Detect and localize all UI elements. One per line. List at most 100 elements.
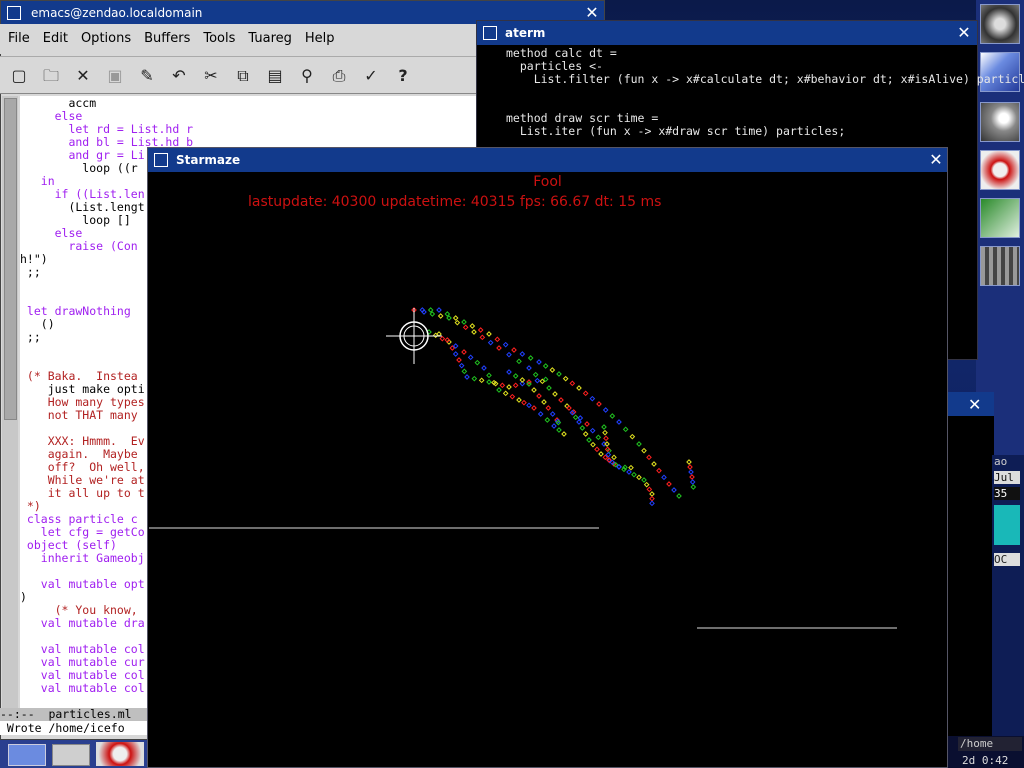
particle-dot <box>527 355 534 361</box>
particle-dot <box>506 369 512 375</box>
particle-dot <box>544 417 551 423</box>
side-text-2: Jul <box>994 471 1020 484</box>
particle-dot <box>590 441 596 448</box>
particle-dot <box>478 377 485 384</box>
menu-tuareg[interactable]: Tuareg <box>240 24 296 54</box>
window-menu-icon[interactable] <box>154 153 168 167</box>
code-line: not THAT many <box>20 408 138 422</box>
particle-dot <box>496 345 502 351</box>
particle-dot <box>534 377 541 384</box>
particle-dot <box>688 469 694 475</box>
particle-dot <box>486 372 492 379</box>
opera-icon[interactable] <box>96 742 144 766</box>
particle-trails <box>411 307 697 507</box>
menu-help[interactable]: Help <box>297 24 340 54</box>
particle-dot <box>622 464 628 471</box>
game-canvas[interactable]: Fool lastupdate: 40300 updatetime: 40315… <box>149 172 946 768</box>
close-icon[interactable]: ✕ <box>927 151 945 169</box>
particle-dot <box>477 327 484 333</box>
scrollbar-thumb[interactable] <box>4 98 17 420</box>
save-disk-icon[interactable]: ▣ <box>104 65 126 87</box>
particle-dot <box>456 357 462 363</box>
particle-dot <box>572 414 579 421</box>
menu-edit[interactable]: Edit <box>35 24 73 54</box>
emacs-scrollbar[interactable] <box>2 96 18 710</box>
search-icon[interactable]: ⚲ <box>296 65 318 87</box>
particle-dot <box>602 429 608 436</box>
menu-file[interactable]: File <box>0 24 35 54</box>
emacs-toolbar: ▢ 🗀 ✕ ▣ ✎ ↶ ✂ ⧉ ▤ ⚲ ⎙ ✓ ? <box>0 56 476 94</box>
mixer-icon[interactable] <box>980 246 1020 286</box>
paste-icon[interactable]: ▤ <box>264 65 286 87</box>
close-icon[interactable]: ✕ <box>968 395 981 414</box>
cut-icon[interactable]: ✂ <box>200 65 222 87</box>
particle-dot <box>437 313 444 319</box>
particle-dot <box>506 384 512 390</box>
particle-dot <box>649 495 655 502</box>
clock-text: 2d 0:42 <box>962 754 1009 767</box>
save-as-icon[interactable]: ✎ <box>136 65 158 87</box>
new-file-icon[interactable]: ▢ <box>8 65 30 87</box>
copy-icon[interactable]: ⧉ <box>232 65 254 87</box>
close-icon[interactable]: ✕ <box>72 65 94 87</box>
emacs-menubar: File Edit Options Buffers Tools Tuareg Help <box>0 24 476 54</box>
particle-dot <box>471 375 478 382</box>
particle-dot <box>545 405 552 411</box>
open-folder-icon[interactable]: 🗀 <box>40 65 62 87</box>
code-line: inherit Gameobj <box>20 551 145 565</box>
vim-icon[interactable] <box>980 198 1020 238</box>
help-icon[interactable]: ? <box>392 65 414 87</box>
particle-dot <box>598 451 604 457</box>
window-icon[interactable] <box>52 744 90 766</box>
particle-dot <box>656 467 662 474</box>
particle-dot <box>467 354 474 361</box>
preferences-icon[interactable]: ✓ <box>360 65 382 87</box>
gnome-foot-icon[interactable] <box>980 4 1020 44</box>
particle-dot <box>586 437 592 443</box>
particle-dot <box>558 397 564 403</box>
particle-dot <box>676 493 682 499</box>
particle-dot <box>531 387 537 393</box>
particle-dot <box>566 405 572 411</box>
particle-dot <box>511 347 517 353</box>
particle-dot <box>690 484 697 490</box>
particle-dot <box>611 454 617 461</box>
particle-dot <box>519 351 526 357</box>
side-text-3: 35 <box>994 487 1020 500</box>
particle-dot <box>671 487 677 493</box>
player-ship <box>386 308 442 364</box>
background-window: ✕ <box>946 392 994 768</box>
print-icon[interactable]: ⎙ <box>328 65 350 87</box>
window-menu-icon[interactable] <box>483 26 497 40</box>
particle-dot <box>646 486 653 493</box>
particle-dot <box>582 390 589 397</box>
aterm-titlebar[interactable]: aterm <box>477 21 977 45</box>
menu-buffers[interactable]: Buffers <box>136 24 195 54</box>
particle-dot <box>551 423 557 429</box>
window-menu-icon[interactable] <box>7 6 21 20</box>
particle-dot <box>462 324 469 331</box>
undo-icon[interactable]: ↶ <box>168 65 190 87</box>
particle-dot <box>641 477 647 483</box>
particle-dot <box>595 434 602 441</box>
close-icon[interactable]: ✕ <box>955 24 973 42</box>
opera-icon[interactable] <box>980 150 1020 190</box>
starmaze-titlebar[interactable]: Starmaze <box>148 148 947 172</box>
menu-options[interactable]: Options <box>73 24 136 54</box>
particle-dot <box>436 307 442 313</box>
gimp-icon[interactable] <box>980 102 1020 142</box>
particle-dot <box>537 411 544 417</box>
particle-dot <box>536 359 542 365</box>
particle-dot <box>596 401 602 407</box>
particle-dot <box>579 425 586 431</box>
particle-dot <box>502 390 509 397</box>
menu-tools[interactable]: Tools <box>195 24 240 54</box>
particle-dot <box>516 358 522 365</box>
code-line: val mutable dra <box>20 616 145 630</box>
particle-dot <box>452 351 459 357</box>
particle-dot <box>549 367 556 373</box>
particle-dot <box>594 446 600 453</box>
particle-dot <box>461 319 467 325</box>
monitor-icon[interactable] <box>8 744 46 766</box>
clock-panel: /home 2d 0:42 <box>948 736 1024 768</box>
